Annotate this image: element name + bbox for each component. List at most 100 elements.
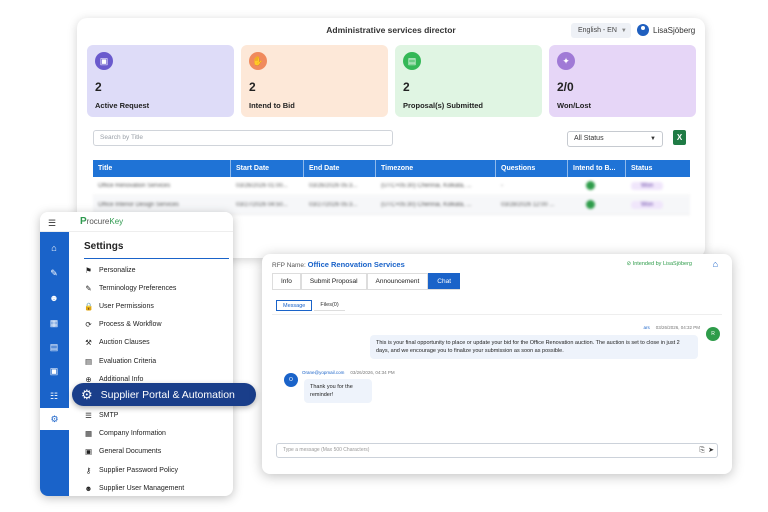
message-input[interactable]: Type a message (Max 500 Characters) ⎘ ➤ bbox=[276, 443, 718, 458]
cell-intend-to-bid bbox=[568, 180, 626, 192]
tab-announcement[interactable]: Announcement bbox=[366, 273, 429, 289]
marketing-collage: Administrative services director English… bbox=[0, 0, 768, 512]
home-icon[interactable]: ⌂ bbox=[713, 259, 718, 269]
stat-card-intend-to-bid[interactable]: ✋ 2 Intend to Bid bbox=[241, 45, 388, 117]
message-meta: Orane@yopmail.com 03/26/2026, 04:34 PM bbox=[302, 370, 395, 375]
highlight-label: Supplier Portal & Automation bbox=[100, 388, 235, 401]
message-bubble: This is your final opportunity to place … bbox=[370, 335, 698, 359]
excel-export-icon[interactable]: X bbox=[673, 130, 686, 145]
settings-item-evaluation-criteria[interactable]: ▤ Evaluation Criteria bbox=[84, 352, 233, 370]
user-menu[interactable]: LisaSjöberg bbox=[637, 24, 695, 36]
settings-menu: ⚑ Personalize ✎ Terminology Preferences 🔒 U… bbox=[84, 261, 233, 496]
stat-value: 2 bbox=[249, 80, 256, 94]
settings-item-label: Evaluation Criteria bbox=[99, 357, 157, 365]
settings-gear-icon[interactable]: ⚙ bbox=[40, 408, 69, 430]
divider bbox=[84, 258, 229, 259]
settings-item-company-information[interactable]: ▦ Company Information bbox=[84, 425, 233, 443]
column-header-title[interactable]: Title bbox=[93, 160, 231, 177]
cell-timezone: (UTC+05:30) Chennai, Kolkata, ... bbox=[381, 183, 472, 189]
cell-timezone: (UTC+05:30) Chennai, Kolkata, ... bbox=[381, 202, 472, 208]
checklist-icon[interactable]: ☷ bbox=[48, 390, 60, 402]
trophy-icon: ✦ bbox=[557, 52, 575, 70]
chat-window: RFP Name: Office Renovation Services ⊘ I… bbox=[262, 254, 732, 474]
column-header-intend-to-bid[interactable]: Intend to B... bbox=[568, 160, 626, 177]
message-meta: ars 03/26/2026, 04:32 PM bbox=[643, 325, 700, 330]
rfp-name: RFP Name: Office Renovation Services bbox=[272, 260, 405, 269]
menu-collapse-icon[interactable]: ☰ bbox=[48, 218, 56, 229]
cell-questions: - bbox=[501, 183, 503, 189]
subtab-files[interactable]: Files(0) bbox=[314, 300, 345, 311]
search-input[interactable]: Search by Title bbox=[93, 130, 393, 146]
message-time: 03/26/2026, 04:32 PM bbox=[655, 325, 700, 330]
chat-subtabs: Message Files(0) bbox=[276, 300, 345, 311]
lock-icon: 🔒 bbox=[84, 301, 94, 311]
status-filter-select[interactable]: All Status ▼ bbox=[567, 131, 663, 147]
settings-heading: Settings bbox=[84, 241, 124, 252]
settings-item-supplier-user-management[interactable]: ☻ Supplier User Management bbox=[84, 479, 233, 496]
subtab-message[interactable]: Message bbox=[276, 300, 313, 311]
column-header-status[interactable]: Status bbox=[626, 160, 690, 177]
table-row[interactable]: Office Renovation Services 03/26/2026 01… bbox=[93, 177, 690, 196]
stat-label: Won/Lost bbox=[557, 101, 592, 110]
flag-icon: ⚑ bbox=[85, 265, 92, 275]
settings-item-smtp[interactable]: ☰ SMTP bbox=[84, 407, 233, 425]
settings-window: ☰ ProcureKey ⌂ ✎ ☻ ▦ ▤ ▣ ☷ ⚙ Settings ⚑ P… bbox=[40, 212, 233, 496]
tab-submit-proposal[interactable]: Submit Proposal bbox=[300, 273, 367, 289]
refresh-icon: ⟳ bbox=[85, 320, 92, 330]
server-icon: ☰ bbox=[85, 411, 92, 421]
settings-item-general-documents[interactable]: ▣ General Documents bbox=[84, 443, 233, 461]
settings-item-auction-clauses[interactable]: ⚒ Auction Clauses bbox=[84, 334, 233, 352]
settings-item-label: Personalize bbox=[99, 266, 136, 274]
stat-card-proposals-submitted[interactable]: ▤ 2 Proposal(s) Submitted bbox=[395, 45, 542, 117]
tab-info[interactable]: Info bbox=[272, 273, 301, 289]
palette-icon: ✎ bbox=[85, 283, 92, 293]
stat-card-active-request[interactable]: ▣ 2 Active Request bbox=[87, 45, 234, 117]
tab-chat[interactable]: Chat bbox=[428, 273, 461, 289]
settings-item-process-workflow[interactable]: ⟳ Process & Workflow bbox=[84, 316, 233, 334]
settings-item-user-permissions[interactable]: 🔒 User Permissions bbox=[84, 297, 233, 315]
send-icon[interactable]: ➤ bbox=[708, 444, 714, 457]
key-icon: ⚷ bbox=[85, 465, 92, 475]
status-badge: Won bbox=[631, 182, 664, 190]
cell-title: Office Interior Design Services bbox=[98, 202, 179, 208]
document-icon[interactable]: ▤ bbox=[48, 341, 60, 353]
chevron-down-icon: ▼ bbox=[650, 136, 656, 142]
settings-item-supplier-password-policy[interactable]: ⚷ Supplier Password Policy bbox=[84, 461, 233, 479]
building-icon: ▦ bbox=[84, 429, 93, 439]
sender-name: ars bbox=[643, 325, 650, 330]
rfp-label: RFP Name: bbox=[272, 262, 306, 269]
column-header-end-date[interactable]: End Date bbox=[304, 160, 376, 177]
column-header-questions[interactable]: Questions bbox=[496, 160, 568, 177]
stat-value: 2 bbox=[403, 80, 410, 94]
settings-item-terminology[interactable]: ✎ Terminology Preferences bbox=[84, 279, 233, 297]
settings-item-personalize[interactable]: ⚑ Personalize bbox=[84, 261, 233, 279]
column-header-start-date[interactable]: Start Date bbox=[231, 160, 304, 177]
settings-item-supplier-portal-automation[interactable]: ⚙ Supplier Portal & Automation bbox=[72, 383, 256, 406]
home-icon[interactable]: ⌂ bbox=[48, 242, 60, 254]
cell-intend-to-bid bbox=[568, 199, 626, 211]
rfp-tabs: Info Submit Proposal Announcement Chat bbox=[272, 273, 461, 290]
message-time: 03/26/2026, 04:34 PM bbox=[350, 370, 395, 375]
cell-start-date: 03/27/2026 04:50... bbox=[236, 202, 288, 208]
procurekey-logo: ProcureKey bbox=[80, 216, 124, 227]
language-selector[interactable]: English - EN ▼ bbox=[571, 23, 631, 38]
users-icon[interactable]: ☻ bbox=[48, 292, 60, 304]
avatar: O bbox=[284, 373, 298, 387]
rfp-table: Title Start Date End Date Timezone Quest… bbox=[93, 160, 690, 215]
cell-end-date: 03/27/2026 05:3... bbox=[309, 202, 358, 208]
settings-item-label: Supplier Password Policy bbox=[99, 466, 178, 474]
settings-item-label: Terminology Preferences bbox=[99, 284, 177, 292]
edit-icon[interactable]: ✎ bbox=[48, 267, 60, 279]
language-label: English - EN bbox=[578, 27, 617, 34]
settings-item-label: Company Information bbox=[99, 430, 166, 438]
document-icon: ▤ bbox=[403, 52, 421, 70]
chevron-down-icon: ▼ bbox=[620, 28, 627, 34]
attachment-icon[interactable]: ⎘ bbox=[699, 444, 705, 457]
column-header-timezone[interactable]: Timezone bbox=[376, 160, 496, 177]
calendar-icon[interactable]: ▦ bbox=[48, 317, 60, 329]
stat-card-won-lost[interactable]: ✦ 2/0 Won/Lost bbox=[549, 45, 696, 117]
nav-rail: ⌂ ✎ ☻ ▦ ▤ ▣ ☷ ⚙ bbox=[40, 232, 69, 496]
message-bubble: Thank you for the reminder! bbox=[304, 379, 372, 403]
report-icon[interactable]: ▣ bbox=[48, 365, 60, 377]
status-filter-value: All Status bbox=[574, 135, 604, 142]
